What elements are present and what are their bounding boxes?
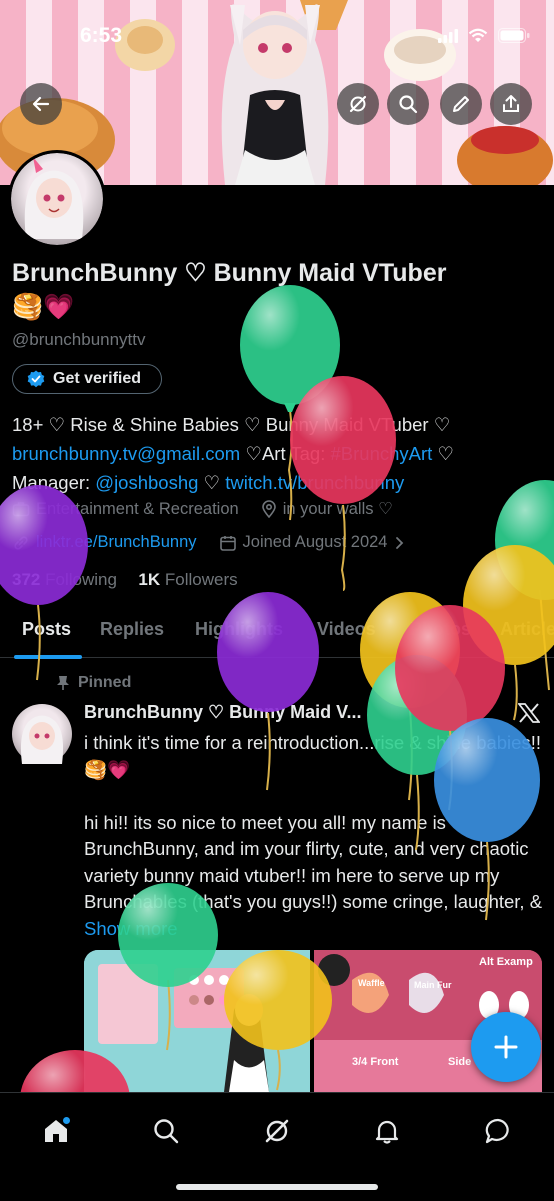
edit-button[interactable] (440, 83, 482, 125)
location-pin-icon (261, 500, 276, 518)
post-body: i think it's time for a reintroduction..… (84, 730, 544, 942)
chevron-right-icon[interactable] (393, 536, 405, 550)
chat-bubble-icon (485, 1118, 509, 1144)
search-icon (154, 1119, 179, 1144)
tab-replies[interactable]: Replies (100, 619, 164, 640)
balloon-green (495, 480, 554, 691)
x-logo-icon (518, 703, 540, 723)
profile-meta-row-1: Entertainment & Recreation in your walls… (12, 499, 393, 519)
display-name-text: BrunchBunny ♡ Bunny Maid VTuber (12, 259, 447, 287)
profile-avatar[interactable] (8, 150, 106, 248)
nav-notifications[interactable] (367, 1111, 407, 1151)
post-body-text: hi hi!! its so nice to meet you all! my … (84, 811, 543, 913)
pinned-indicator: Pinned (56, 674, 131, 692)
plus-icon (494, 1035, 518, 1059)
bell-icon (375, 1120, 399, 1144)
media-label-side: Side (448, 1056, 472, 1068)
pencil-icon (453, 96, 469, 112)
display-name-emoji: 🥞💗 (12, 293, 75, 321)
bio-manager-link[interactable]: @joshboshg (95, 472, 198, 493)
bio-email-link[interactable]: brunchbunny.tv@gmail.com (12, 443, 240, 464)
following-link[interactable]: 372 Following (12, 570, 117, 589)
followers-count: 1K (138, 570, 161, 589)
back-button[interactable] (20, 83, 62, 125)
post-media-image-1[interactable] (84, 950, 310, 1092)
status-bar: 6:53 (0, 0, 554, 74)
calendar-icon (219, 535, 236, 551)
post-intro-text: i think it's time for a reintroduction..… (84, 732, 541, 780)
follow-counts: 372 Following 1K Followers (12, 570, 238, 590)
profile-joined-date: Joined August 2024 (242, 533, 388, 551)
avatar-image (11, 153, 103, 245)
media-label-alt-example: Alt Examp (479, 956, 533, 968)
bio-separator: ♡ (198, 472, 226, 493)
wifi-icon (468, 28, 488, 42)
tab-photos[interactable]: Photos (410, 619, 471, 640)
nav-grok[interactable] (257, 1111, 297, 1151)
tab-articles[interactable]: Articles (500, 619, 554, 640)
bio-heart: ♡ (432, 443, 455, 464)
home-indicator (176, 1184, 378, 1190)
battery-icon (498, 28, 530, 43)
nav-search[interactable] (146, 1111, 186, 1151)
bio-art-tag-link[interactable]: #BrunchyArt (331, 443, 433, 464)
nav-messages[interactable] (478, 1111, 518, 1151)
signal-icon (438, 28, 458, 43)
share-button[interactable] (490, 83, 532, 125)
tab-highlights[interactable]: Highlights (195, 619, 283, 640)
profile-handle: @brunchbunnyttv (12, 330, 146, 349)
compose-post-button[interactable] (471, 1012, 541, 1082)
nav-home[interactable] (36, 1111, 76, 1151)
search-icon (399, 95, 418, 114)
grok-button[interactable] (337, 83, 379, 125)
link-icon (14, 535, 28, 550)
profile-category: Entertainment & Recreation (36, 499, 239, 518)
bio-art-tag-prefix: ♡Art Tag: (240, 443, 331, 464)
media-label-front: 3/4 Front (352, 1056, 399, 1068)
following-count: 372 (12, 570, 41, 589)
bio-line1: 18+ ♡ Rise & Shine Babies ♡ Bunny Maid V… (12, 414, 451, 435)
pinned-label: Pinned (78, 674, 132, 691)
media-artwork-reference (84, 950, 310, 1092)
profile-meta-row-2: linktr.ee/BrunchBunny Joined August 2024 (12, 533, 405, 552)
profile-location: in your walls ♡ (282, 500, 393, 518)
active-tab-indicator (14, 655, 82, 659)
notification-dot (63, 1117, 70, 1124)
profile-website-link[interactable]: linktr.ee/BrunchBunny (36, 533, 197, 552)
post-author-name[interactable]: BrunchBunny ♡ Bunny Maid V... (84, 702, 362, 723)
verified-badge-icon (27, 370, 45, 388)
search-button[interactable] (387, 83, 429, 125)
following-label: Following (45, 570, 117, 589)
get-verified-button[interactable]: Get verified (12, 364, 162, 394)
media-label-main-fur: Main Fur (414, 980, 452, 990)
grok-icon (349, 95, 367, 113)
status-time: 6:53 (80, 24, 123, 47)
tab-posts[interactable]: Posts (22, 619, 71, 640)
show-more-link[interactable]: Show more (84, 918, 178, 939)
bio-twitch-link[interactable]: twitch.tv/brunchbunny (225, 472, 404, 493)
bio-manager-prefix: Manager: (12, 472, 96, 493)
media-label-waffle: Waffle (358, 978, 385, 988)
followers-label: Followers (164, 570, 238, 589)
profile-display-name: BrunchBunny ♡ Bunny Maid VTuber 🥞💗 (12, 256, 542, 324)
profile-tabs: Posts Replies Highlights Videos Photos A… (0, 605, 554, 659)
grok-icon (265, 1119, 289, 1143)
tab-videos[interactable]: Videos (317, 619, 376, 640)
post-author-avatar[interactable] (12, 704, 72, 764)
back-arrow-icon (32, 96, 50, 112)
share-icon (503, 95, 519, 112)
profile-bio: 18+ ♡ Rise & Shine Babies ♡ Bunny Maid V… (12, 410, 542, 497)
get-verified-label: Get verified (53, 370, 142, 387)
briefcase-icon (12, 502, 30, 517)
pin-icon (57, 676, 69, 690)
status-icons (438, 28, 530, 43)
followers-link[interactable]: 1K Followers (138, 570, 237, 589)
